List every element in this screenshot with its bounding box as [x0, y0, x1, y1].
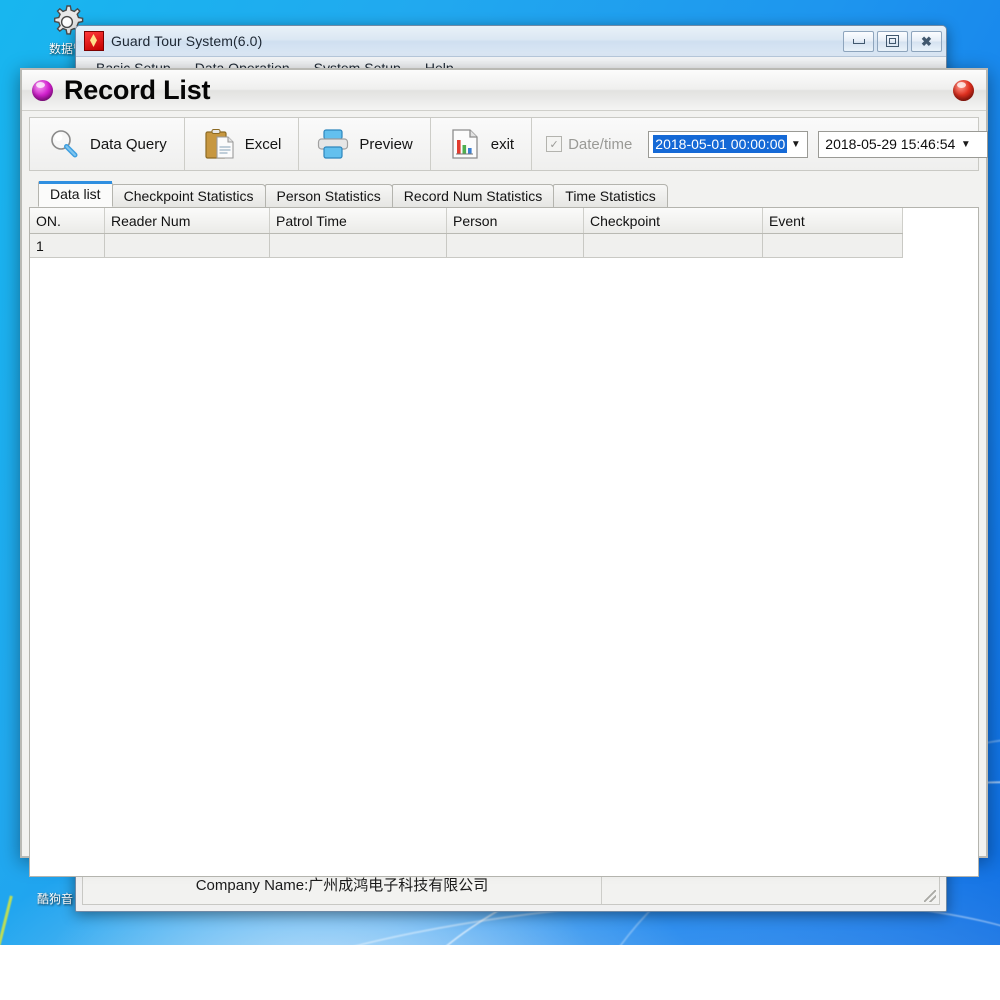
dialog-titlebar[interactable]: Record List	[22, 70, 986, 111]
close-icon: ✖	[921, 33, 932, 49]
resize-grip-icon[interactable]	[924, 890, 936, 902]
adobe-icon	[84, 31, 104, 51]
record-table-container[interactable]: ON. Reader Num Patrol Time Person Checkp…	[29, 208, 979, 877]
close-button[interactable]: ✖	[911, 30, 942, 52]
datetime-from-field[interactable]: 2018-05-01 00:00:00 ▼	[648, 130, 809, 158]
desktop-icon-left-clipped-2[interactable]	[0, 672, 22, 712]
minimize-icon	[852, 38, 865, 44]
checkbox-check-icon: ✓	[546, 136, 563, 152]
cell-checkpoint[interactable]	[583, 233, 763, 258]
tab-person-statistics[interactable]: Person Statistics	[264, 184, 393, 207]
magenta-orb-icon	[32, 79, 53, 101]
cell-patrol-time[interactable]	[269, 233, 447, 258]
column-header-person[interactable]: Person	[446, 208, 584, 234]
dialog-tabstrip[interactable]: Data list Checkpoint Statistics Person S…	[29, 181, 979, 208]
datetime-checkbox-label: Date/time	[568, 135, 633, 153]
chevron-down-icon[interactable]: ▼	[787, 132, 804, 157]
cell-on[interactable]: 1	[30, 233, 105, 258]
datetime-to-value[interactable]: 2018-05-29 15:46:54	[823, 135, 957, 153]
cell-event[interactable]	[762, 233, 903, 258]
tab-checkpoint-statistics[interactable]: Checkpoint Statistics	[111, 184, 266, 207]
column-header-event[interactable]: Event	[762, 208, 903, 234]
column-header-patrol-time[interactable]: Patrol Time	[269, 208, 447, 234]
column-header-checkpoint[interactable]: Checkpoint	[583, 208, 763, 234]
window-titlebar[interactable]: Guard Tour System(6.0) ✖	[76, 26, 946, 57]
chevron-down-icon[interactable]: ▼	[957, 132, 974, 157]
datetime-checkbox[interactable]: ✓ Date/time	[546, 136, 632, 153]
maximize-icon	[886, 35, 899, 47]
table-header-row: ON. Reader Num Patrol Time Person Checkp…	[30, 208, 903, 234]
minimize-button[interactable]	[843, 30, 874, 52]
excel-label: Excel	[244, 135, 282, 153]
clipboard-icon	[202, 127, 236, 161]
data-query-button[interactable]: Data Query	[30, 118, 185, 170]
exit-label: exit	[490, 135, 515, 153]
record-list-dialog[interactable]: Record List Data Query Excel Preview exi…	[20, 68, 989, 877]
screen-bottom-fill	[0, 945, 1000, 1000]
tab-time-statistics[interactable]: Time Statistics	[553, 184, 668, 207]
tab-data-list[interactable]: Data list	[38, 181, 113, 207]
cell-person[interactable]	[446, 233, 584, 258]
column-header-on[interactable]: ON.	[30, 208, 105, 234]
record-table: ON. Reader Num Patrol Time Person Checkp…	[30, 208, 903, 258]
exit-button[interactable]: exit	[431, 118, 533, 170]
close-orb-icon[interactable]	[953, 79, 974, 101]
datetime-to-field[interactable]: 2018-05-29 15:46:54 ▼	[818, 130, 989, 158]
data-query-label: Data Query	[90, 135, 167, 153]
dialog-toolbar[interactable]: Data Query Excel Preview exit ✓ Date/tim…	[29, 117, 989, 171]
datetime-from-value[interactable]: 2018-05-01 00:00:00	[653, 135, 788, 153]
desktop-icon-label: 0	[0, 908, 22, 922]
window-title: Guard Tour System(6.0)	[111, 33, 263, 49]
table-row[interactable]: 1	[30, 233, 903, 258]
preview-label: Preview	[359, 135, 413, 153]
excel-button[interactable]: Excel	[185, 118, 300, 170]
maximize-button[interactable]	[877, 30, 908, 52]
cell-reader-num[interactable]	[104, 233, 270, 258]
chart-document-icon	[448, 127, 482, 161]
column-header-reader-num[interactable]: Reader Num	[104, 208, 270, 234]
tab-record-num-statistics[interactable]: Record Num Statistics	[391, 184, 555, 207]
printer-icon	[316, 127, 350, 161]
clipped-icon	[0, 672, 22, 712]
datetime-filter-area[interactable]: ✓ Date/time 2018-05-01 00:00:00 ▼ 2018-0…	[532, 118, 989, 170]
preview-button[interactable]: Preview	[299, 118, 431, 170]
magnifier-icon	[47, 127, 81, 161]
dialog-title: Record List	[64, 74, 211, 105]
